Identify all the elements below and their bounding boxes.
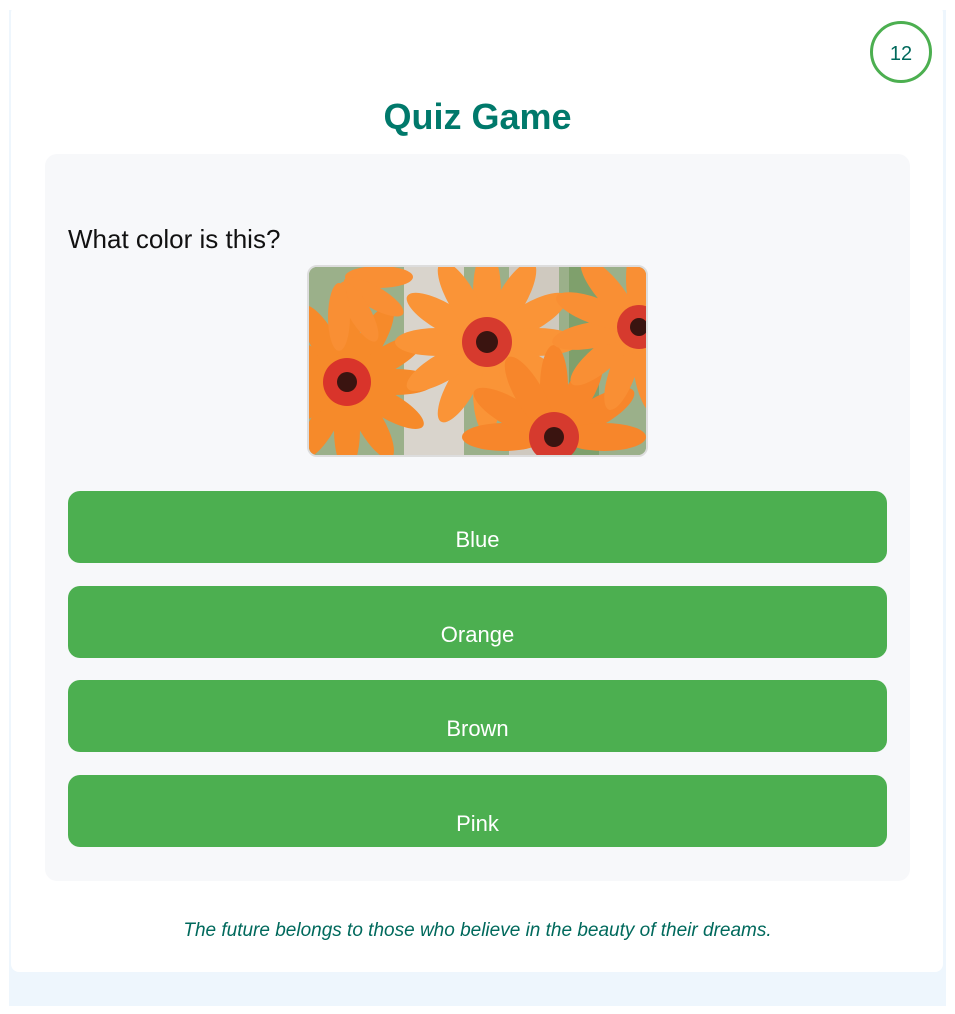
answer-label: Brown [446, 716, 509, 741]
timer-value: 12 [889, 43, 913, 65]
question-image [307, 265, 648, 457]
flower-image [309, 267, 646, 455]
answer-button-1[interactable]: Blue [68, 491, 887, 563]
question-text: What color is this? [68, 224, 281, 254]
motivational-quote: The future belongs to those who believe … [183, 920, 772, 941]
countdown-timer: 12 [870, 21, 932, 83]
answer-button-4[interactable]: Pink [68, 775, 887, 847]
answer-button-2[interactable]: Orange [68, 586, 887, 658]
answer-label: Blue [455, 527, 500, 552]
question-card: What color is this? Blue Orange Brown Pi… [45, 154, 910, 881]
answer-label: Orange [440, 622, 515, 647]
answer-button-3[interactable]: Brown [68, 680, 887, 752]
answer-label: Pink [456, 811, 499, 836]
page-title: Quiz Game [383, 96, 572, 137]
